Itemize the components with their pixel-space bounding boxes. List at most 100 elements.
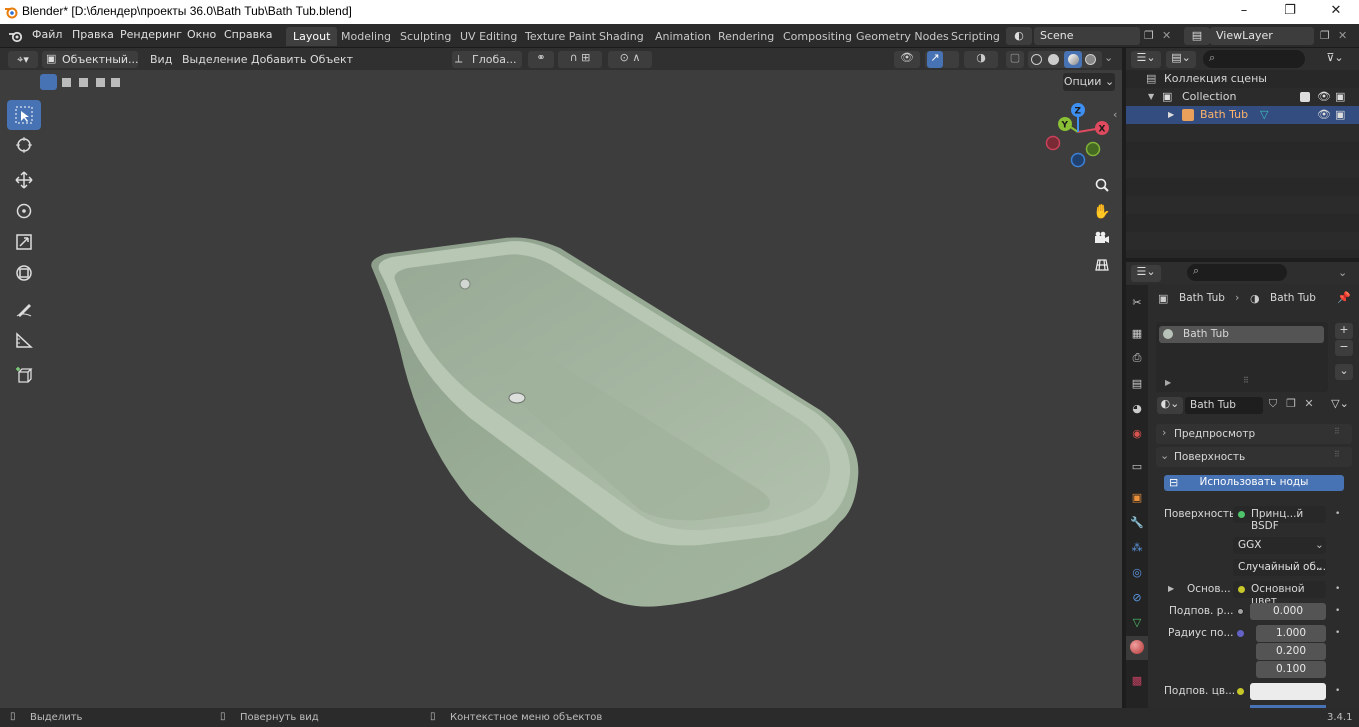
outliner-row-bath-tub[interactable]: ▶ Bath Tub ▽ 👁 ▣ (1126, 106, 1359, 124)
collection-visibility-icon[interactable]: 👁 (1317, 88, 1331, 106)
tab-geometry-nodes[interactable]: Geometry Nodes (849, 27, 956, 46)
tab-texture-paint[interactable]: Texture Paint (518, 27, 603, 46)
menu-render[interactable]: Рендеринг (120, 28, 182, 41)
tab-sculpting[interactable]: Sculpting (393, 27, 458, 46)
outliner-empty-row (1126, 124, 1359, 142)
properties-editor-type-icon[interactable]: ☰⌄ (1131, 265, 1161, 282)
keyframe-dot-icon[interactable]: • (1335, 584, 1340, 594)
radius-z-field[interactable]: 0.100 (1256, 661, 1326, 678)
outliner-search-input[interactable]: ⌕ (1203, 50, 1305, 68)
expand-object-icon[interactable]: ▶ (1168, 106, 1174, 124)
filter-icon[interactable]: ⊽⌄ (1318, 51, 1352, 68)
tab-animation[interactable]: Animation (648, 27, 718, 46)
tab-scripting[interactable]: Scripting (944, 27, 1007, 46)
blender-menu-icon[interactable] (8, 29, 24, 43)
new-scene-icon[interactable]: ❐ (1144, 29, 1154, 42)
add-slot-button[interactable]: + (1335, 323, 1353, 339)
delete-viewlayer-icon[interactable]: ✕ (1338, 29, 1347, 42)
tab-uv-editing[interactable]: UV Editing (453, 27, 524, 46)
viewlayer-browse-icon[interactable]: ▤ (1184, 27, 1210, 45)
subsurface-color-swatch[interactable] (1250, 683, 1326, 700)
menu-window[interactable]: Окно (187, 28, 216, 41)
view-layer-tab-icon[interactable]: ▤ (1129, 375, 1145, 391)
distribution-dropdown[interactable]: GGX ⌄ (1233, 537, 1326, 554)
expand-collection-icon[interactable]: ▼ (1148, 88, 1154, 106)
scene-browse-icon[interactable]: ◐ (1006, 27, 1032, 45)
expand-base-color-icon[interactable]: ▶ (1168, 584, 1174, 593)
keyframe-dot-icon[interactable]: • (1335, 509, 1340, 519)
scene-tab-icon[interactable]: ◕ (1129, 400, 1145, 416)
texture-tab-icon[interactable]: ▩ (1129, 672, 1145, 688)
float-socket-icon[interactable] (1237, 608, 1244, 615)
pin-icon[interactable]: 📌 (1337, 291, 1351, 304)
tab-shading[interactable]: Shading (592, 27, 651, 46)
collection-tab-icon[interactable]: ▭ (1129, 458, 1145, 474)
output-tab-icon[interactable]: ⎙ (1129, 350, 1145, 366)
close-window-button[interactable]: ✕ (1313, 0, 1359, 24)
color-socket-icon[interactable] (1237, 688, 1244, 695)
properties-options-icon[interactable]: ⌄ (1338, 266, 1347, 279)
data-tab-icon[interactable]: ▽ (1129, 614, 1145, 630)
outliner-editor-type-icon[interactable]: ☰⌄ (1131, 51, 1161, 68)
scene-name-field[interactable]: Scene (1034, 27, 1140, 45)
physics-tab-icon[interactable]: ◎ (1129, 564, 1145, 580)
base-color-input[interactable]: Основной цвет (1233, 581, 1326, 607)
outliner-row-collection[interactable]: ▼ ▣ Collection 👁 ▣ (1126, 88, 1359, 106)
material-link-icon[interactable]: ▽⌄ (1327, 397, 1353, 414)
drag-handle-icon[interactable]: ⠿ (1334, 450, 1340, 459)
radius-y-field[interactable]: 0.200 (1256, 643, 1326, 660)
tab-compositing[interactable]: Compositing (776, 27, 859, 46)
subsurface-field[interactable]: 0.000 (1250, 603, 1326, 620)
slot-specials-button[interactable]: ⌄ (1335, 364, 1353, 380)
keyframe-dot-icon[interactable]: • (1335, 628, 1340, 638)
viewlayer-name-field[interactable]: ViewLayer (1210, 27, 1314, 45)
mesh-data-icon[interactable]: ▽ (1260, 106, 1268, 124)
properties-search-input[interactable]: ⌕ (1187, 264, 1287, 281)
object-render-icon[interactable]: ▣ (1335, 106, 1345, 124)
surface-shader-selector[interactable]: Принц...й BSDF (1233, 506, 1326, 532)
outliner-row-scene-collection[interactable]: ▤ Коллекция сцены (1126, 70, 1359, 88)
tab-rendering[interactable]: Rendering (711, 27, 781, 46)
tool-tab-icon[interactable]: ✂ (1129, 294, 1145, 310)
object-visibility-icon[interactable]: 👁 (1317, 106, 1331, 124)
world-tab-icon[interactable]: ◉ (1129, 425, 1145, 441)
material-slot-item[interactable]: Bath Tub (1159, 326, 1324, 343)
material-tab[interactable] (1126, 636, 1148, 660)
constraints-tab-icon[interactable]: ⊘ (1129, 589, 1145, 605)
preview-section-header[interactable]: › Предпросмотр ⠿ (1156, 424, 1352, 444)
keyframe-dot-icon[interactable]: • (1335, 686, 1340, 696)
delete-scene-icon[interactable]: ✕ (1162, 29, 1171, 42)
remove-slot-button[interactable]: − (1335, 340, 1353, 356)
new-viewlayer-icon[interactable]: ❐ (1320, 29, 1330, 42)
modifiers-tab-icon[interactable]: 🔧 (1129, 514, 1145, 530)
bathtub-model[interactable] (0, 48, 1122, 708)
keyframe-dot-icon[interactable]: • (1335, 606, 1340, 616)
object-tab-icon[interactable]: ▣ (1129, 489, 1145, 505)
collection-checkbox[interactable] (1300, 92, 1310, 102)
browse-material-icon[interactable]: ◐⌄ (1157, 397, 1183, 414)
menu-edit[interactable]: Правка (72, 28, 114, 41)
tab-layout[interactable]: Layout (286, 27, 338, 46)
menu-file[interactable]: Файл (32, 28, 62, 41)
unlink-material-icon[interactable]: ✕ (1301, 397, 1317, 414)
drag-handle-icon[interactable]: ⠿ (1334, 427, 1340, 436)
collection-render-icon[interactable]: ▣ (1335, 88, 1345, 106)
render-tab-icon[interactable]: ▦ (1129, 325, 1145, 341)
maximize-button[interactable]: ❐ (1267, 0, 1313, 24)
radius-x-field[interactable]: 1.000 (1256, 625, 1326, 642)
minimize-button[interactable]: – (1221, 0, 1267, 24)
resize-handle-icon[interactable]: ⠿ (1243, 376, 1249, 385)
tab-modeling[interactable]: Modeling (334, 27, 398, 46)
fake-user-icon[interactable]: ⛉ (1265, 397, 1281, 414)
surface-section-header[interactable]: ⌄ Поверхность ⠿ (1156, 447, 1352, 467)
object-breadcrumb-icon: ▣ (1158, 292, 1169, 305)
use-nodes-button[interactable]: ⊟ Использовать ноды (1164, 475, 1344, 491)
subsurface-method-dropdown[interactable]: Случайный об... ⌄ (1233, 559, 1326, 576)
display-mode-icon[interactable]: ▤⌄ (1166, 51, 1196, 68)
expand-slot-list-icon[interactable]: ▶ (1165, 378, 1171, 387)
material-name-field[interactable]: Bath Tub (1185, 397, 1263, 414)
particles-tab-icon[interactable]: ⁂ (1129, 539, 1145, 555)
menu-help[interactable]: Справка (224, 28, 272, 41)
vector-socket-icon[interactable] (1237, 630, 1244, 637)
duplicate-material-icon[interactable]: ❐ (1283, 397, 1299, 414)
